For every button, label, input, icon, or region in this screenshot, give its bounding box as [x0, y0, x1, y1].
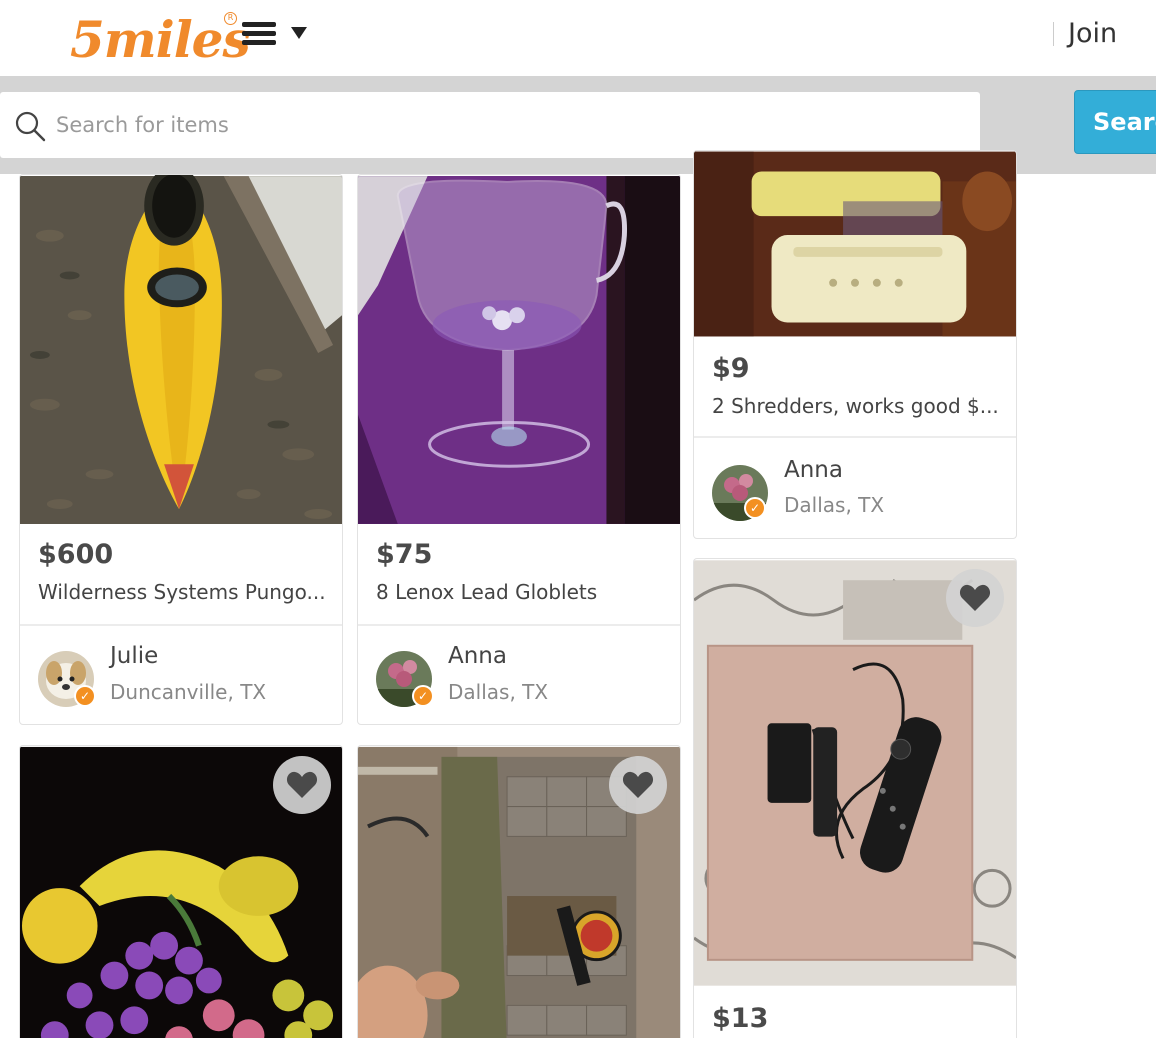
seller-name[interactable]: Anna: [784, 457, 843, 483]
favorite-button[interactable]: [609, 756, 667, 814]
search-button[interactable]: Search: [1074, 90, 1156, 154]
listing-photo[interactable]: [358, 175, 680, 525]
seller-name[interactable]: Julie: [110, 643, 158, 669]
search-icon[interactable]: [14, 110, 46, 142]
card-divider: [358, 624, 680, 626]
header-divider: [1053, 22, 1054, 46]
card-divider: [20, 624, 342, 626]
heart-icon: [286, 771, 318, 798]
listing-price: $9: [712, 353, 750, 384]
listing-price: $13: [712, 1003, 769, 1034]
listing-card[interactable]: [19, 745, 343, 1038]
seller-location: Dallas, TX: [448, 680, 549, 704]
verified-check-icon: ✓: [412, 685, 434, 707]
listing-title[interactable]: 8 Lenox Lead Globlets: [376, 580, 597, 604]
seller-name[interactable]: Anna: [448, 643, 507, 669]
site-logo[interactable]: 5miles: [70, 10, 251, 69]
verified-check-icon: ✓: [74, 685, 96, 707]
listing-card[interactable]: $9 2 Shredders, works good $... ✓ Anna D…: [693, 150, 1017, 539]
seller-location: Dallas, TX: [784, 493, 885, 517]
favorite-button[interactable]: [273, 756, 331, 814]
listing-price: $600: [38, 539, 114, 570]
top-header: 5miles R Join: [0, 0, 1156, 76]
caret-down-icon[interactable]: [291, 27, 307, 39]
search-box: [0, 92, 980, 158]
listing-card[interactable]: $13: [693, 558, 1017, 1038]
card-divider: [694, 436, 1016, 438]
hamburger-menu-icon[interactable]: [242, 22, 276, 48]
search-input[interactable]: [56, 106, 956, 144]
verified-check-icon: ✓: [744, 497, 766, 519]
heart-icon: [959, 584, 991, 611]
listing-card[interactable]: $600 Wilderness Systems Pungo... ✓ Julie…: [19, 174, 343, 725]
listing-title[interactable]: Wilderness Systems Pungo...: [38, 580, 326, 604]
listing-card[interactable]: $75 8 Lenox Lead Globlets ✓ Anna Dallas,…: [357, 174, 681, 725]
listing-photo[interactable]: [694, 151, 1016, 337]
join-link[interactable]: Join: [1068, 18, 1117, 49]
favorite-button[interactable]: [946, 569, 1004, 627]
seller-location: Duncanville, TX: [110, 680, 267, 704]
registered-mark: R: [224, 12, 237, 25]
listing-price: $75: [376, 539, 433, 570]
listing-title[interactable]: 2 Shredders, works good $...: [712, 394, 999, 418]
listing-photo[interactable]: [20, 175, 342, 525]
listing-card[interactable]: [357, 745, 681, 1038]
heart-icon: [622, 771, 654, 798]
